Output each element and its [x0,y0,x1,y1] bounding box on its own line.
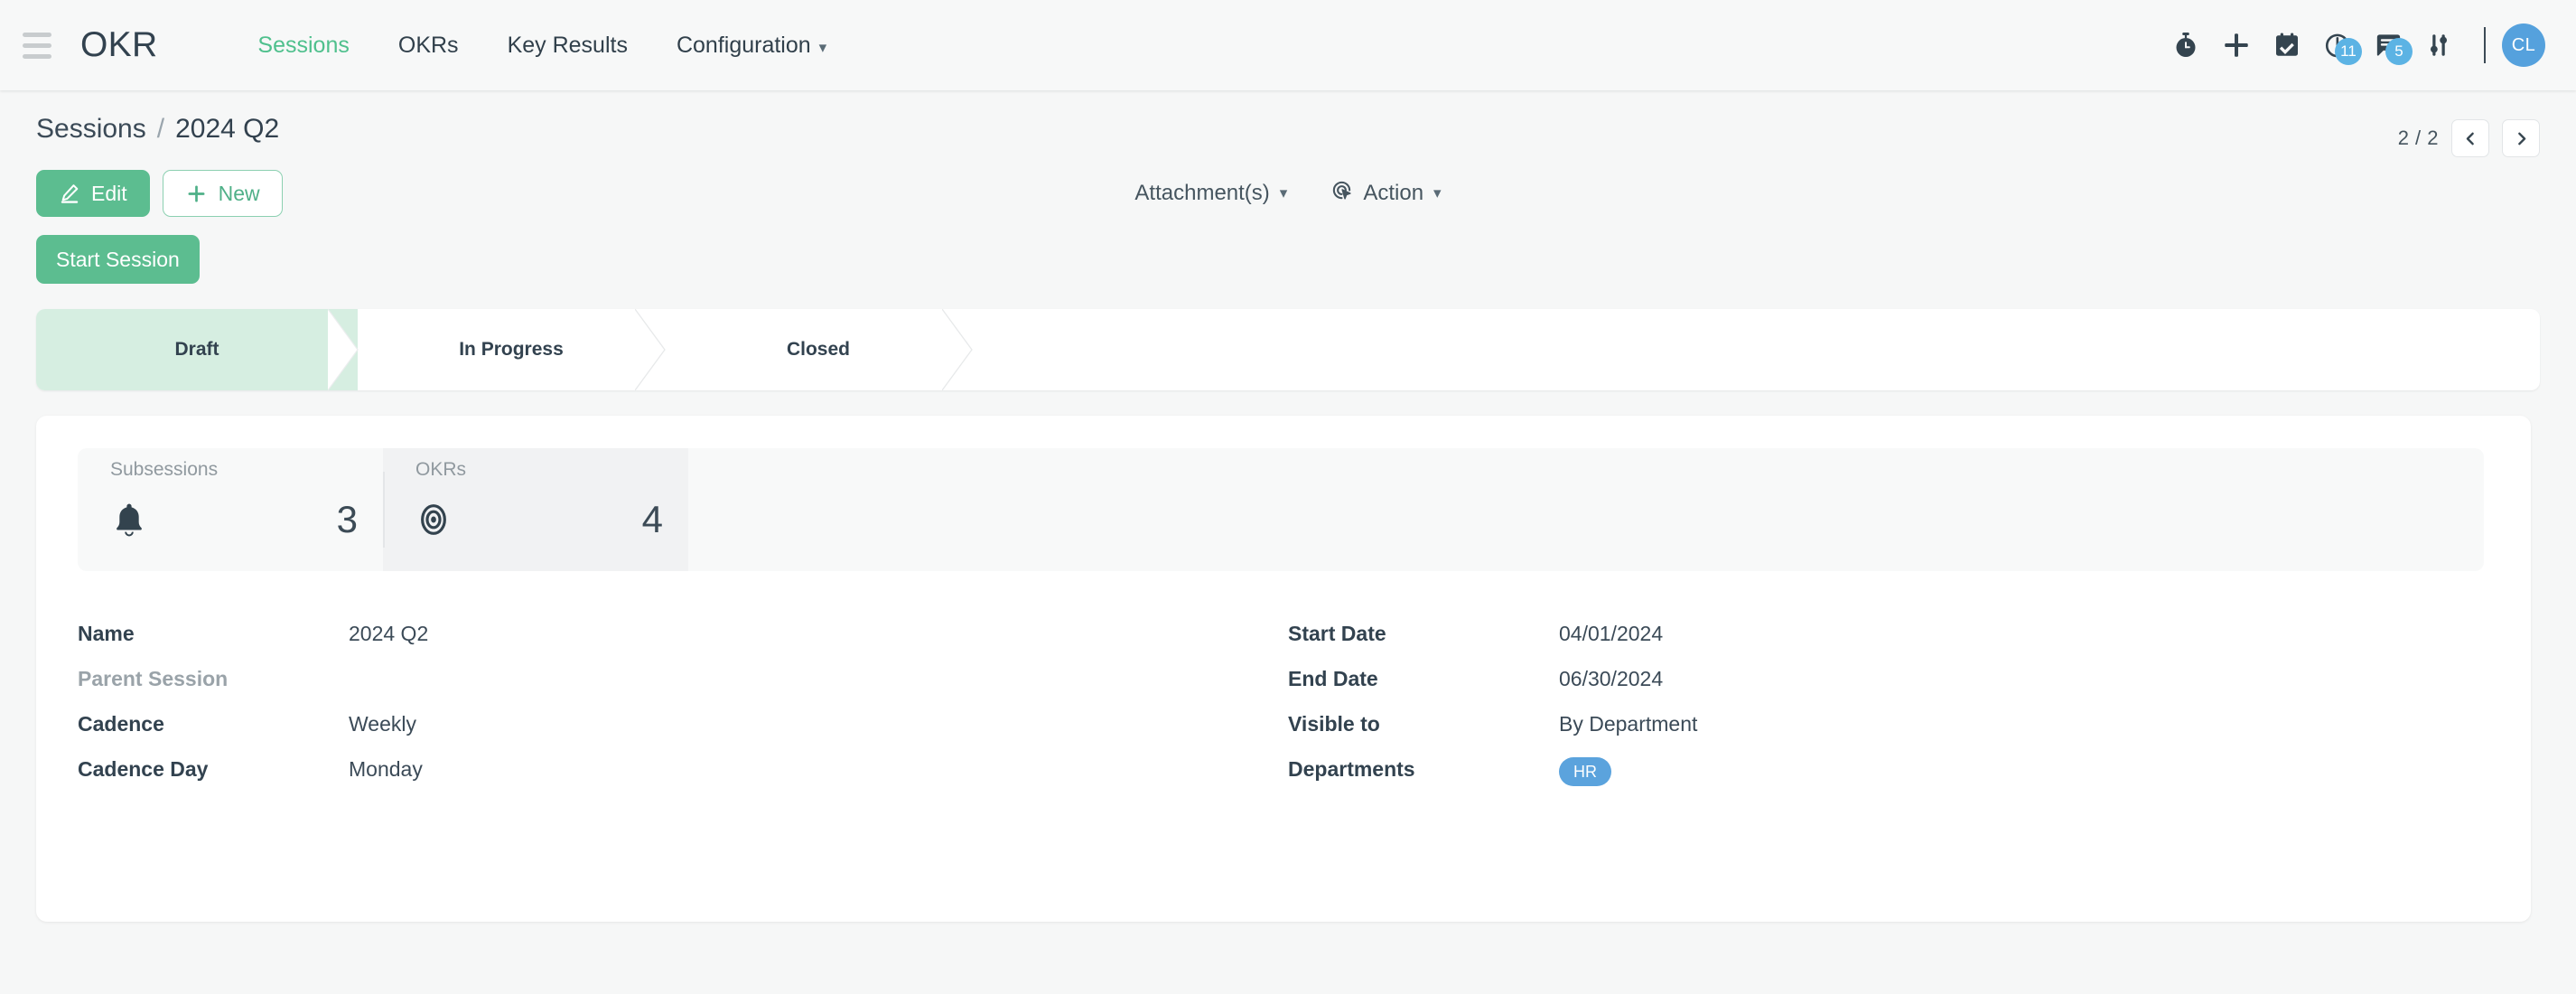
field-label-end-date: End Date [1288,667,1378,690]
field-value-cadence[interactable]: Weekly [349,712,416,736]
action-button-row: Edit New Attachment(s) ▾ Action ▾ [36,170,2540,217]
attachments-label: Attachment(s) [1134,181,1270,205]
clock-badge: 11 [2335,38,2362,65]
status-stage-closed-label: Closed [786,339,850,360]
chevron-down-icon: ▾ [1279,184,1288,202]
start-session-button[interactable]: Start Session [36,235,200,284]
field-label-visible-to: Visible to [1288,712,1380,736]
edit-button[interactable]: Edit [36,170,150,217]
status-stage-draft-label: Draft [174,339,219,360]
field-label-cadence-day: Cadence Day [78,757,209,781]
navbar-divider [2484,27,2486,63]
target-icon [415,502,452,538]
new-button[interactable]: New [162,170,283,217]
field-row-start-date: Start Date 04/01/2024 [1288,622,2484,667]
stat-value-subsessions: 3 [336,498,358,540]
field-row-parent-session: Parent Session [78,667,1281,712]
pager-next-button[interactable] [2502,119,2540,157]
clock-icon[interactable]: 11 [2312,22,2363,69]
new-button-label: New [218,181,260,205]
field-value-start-date[interactable]: 04/01/2024 [1559,622,1663,646]
field-value-name[interactable]: 2024 Q2 [349,622,428,646]
stat-button-strip: Subsessions 3 OKRs 4 [78,448,2484,571]
action-target-icon [1330,179,1353,208]
messages-badge: 5 [2385,38,2413,65]
department-tag-hr[interactable]: HR [1559,757,1611,786]
breadcrumb-parent[interactable]: Sessions [36,114,146,145]
field-value-visible-to[interactable]: By Department [1559,712,1697,736]
action-label: Action [1363,181,1424,205]
field-label-departments: Departments [1288,757,1415,781]
bell-icon [110,501,148,539]
field-group: Name 2024 Q2 Parent Session Cadence Week… [36,571,2531,802]
field-value-end-date[interactable]: 06/30/2024 [1559,667,1663,691]
nav-item-sessions-label: Sessions [257,32,350,58]
nav-item-okrs[interactable]: OKRs [374,33,483,59]
stage-arrow-icon [328,309,359,390]
stat-row-okrs: 4 [415,484,663,571]
stat-row-subsessions: 3 [110,484,358,571]
hamburger-icon[interactable] [9,32,65,59]
top-navbar: OKR Sessions OKRs Key Results Configurat… [0,0,2576,90]
stat-label-subsessions: Subsessions [110,459,219,480]
field-row-name: Name 2024 Q2 [78,622,1281,667]
breadcrumb-current: 2024 Q2 [175,114,280,144]
status-stage-closed[interactable]: Closed [665,309,973,390]
field-label-cadence: Cadence [78,712,164,736]
action-dropdown[interactable]: Action ▾ [1330,179,1442,208]
toolbar-dropdowns: Attachment(s) ▾ Action ▾ [36,170,2540,217]
stat-label-okrs: OKRs [415,459,467,480]
stat-button-okrs[interactable]: OKRs 4 [383,448,688,571]
nav-item-key-results-label: Key Results [507,32,628,58]
field-label-parent-session: Parent Session [78,667,229,690]
edit-button-label: Edit [91,181,127,205]
session-detail-card: Subsessions 3 OKRs 4 Name 2024 Q2 Parent… [36,416,2531,922]
sliders-icon[interactable] [2413,22,2464,69]
field-row-cadence-day: Cadence Day Monday [78,757,1281,802]
field-value-departments: HR [1559,757,1611,786]
status-stage-in-progress[interactable]: In Progress [358,309,666,390]
field-column-left: Name 2024 Q2 Parent Session Cadence Week… [78,622,1281,802]
stat-value-okrs: 4 [641,498,663,540]
stat-divider [383,472,385,548]
nav-item-configuration-label: Configuration [676,32,811,58]
field-label-name: Name [78,622,135,645]
status-bar: Draft In Progress Closed [36,309,2540,390]
avatar[interactable]: CL [2502,23,2545,67]
nav-item-okrs-label: OKRs [397,32,459,58]
stat-button-subsessions[interactable]: Subsessions 3 [78,448,383,571]
stage-arrow-icon [635,309,666,390]
chevron-down-icon: ▾ [818,38,827,56]
breadcrumb-separator: / [156,114,165,144]
field-row-visible-to: Visible to By Department [1288,712,2484,757]
nav-item-sessions[interactable]: Sessions [233,33,373,59]
plus-icon[interactable] [2211,22,2262,69]
status-stage-draft[interactable]: Draft [36,309,359,390]
field-row-cadence: Cadence Weekly [78,712,1281,757]
field-label-start-date: Start Date [1288,622,1386,645]
breadcrumb-row: Sessions / 2024 Q2 2 / 2 [36,114,2540,157]
main-menu: Sessions OKRs Key Results Configuration ▾ [233,33,851,59]
field-value-cadence-day[interactable]: Monday [349,757,423,782]
attachments-dropdown[interactable]: Attachment(s) ▾ [1134,181,1287,206]
messages-icon[interactable]: 5 [2363,22,2413,69]
stopwatch-icon[interactable] [2161,22,2211,69]
navbar-icon-group: 11 5 CL [2161,22,2545,69]
calendar-check-icon[interactable] [2262,22,2312,69]
control-panel: Sessions / 2024 Q2 2 / 2 Edit New Attach… [0,90,2576,284]
breadcrumb: Sessions / 2024 Q2 [36,114,279,145]
pager-count: 2 / 2 [2397,127,2439,149]
record-pager: 2 / 2 [2398,114,2540,157]
field-row-departments: Departments HR [1288,757,2484,802]
stage-arrow-icon [942,309,973,390]
chevron-down-icon: ▾ [1433,184,1442,202]
pager-prev-button[interactable] [2451,119,2489,157]
brand-logo[interactable]: OKR [80,25,157,65]
field-column-right: Start Date 04/01/2024 End Date 06/30/202… [1281,622,2484,802]
nav-item-configuration[interactable]: Configuration ▾ [652,33,851,59]
field-row-end-date: End Date 06/30/2024 [1288,667,2484,712]
status-stage-in-progress-label: In Progress [459,339,564,360]
nav-item-key-results[interactable]: Key Results [483,33,652,59]
workflow-button-row: Start Session [36,235,2540,284]
